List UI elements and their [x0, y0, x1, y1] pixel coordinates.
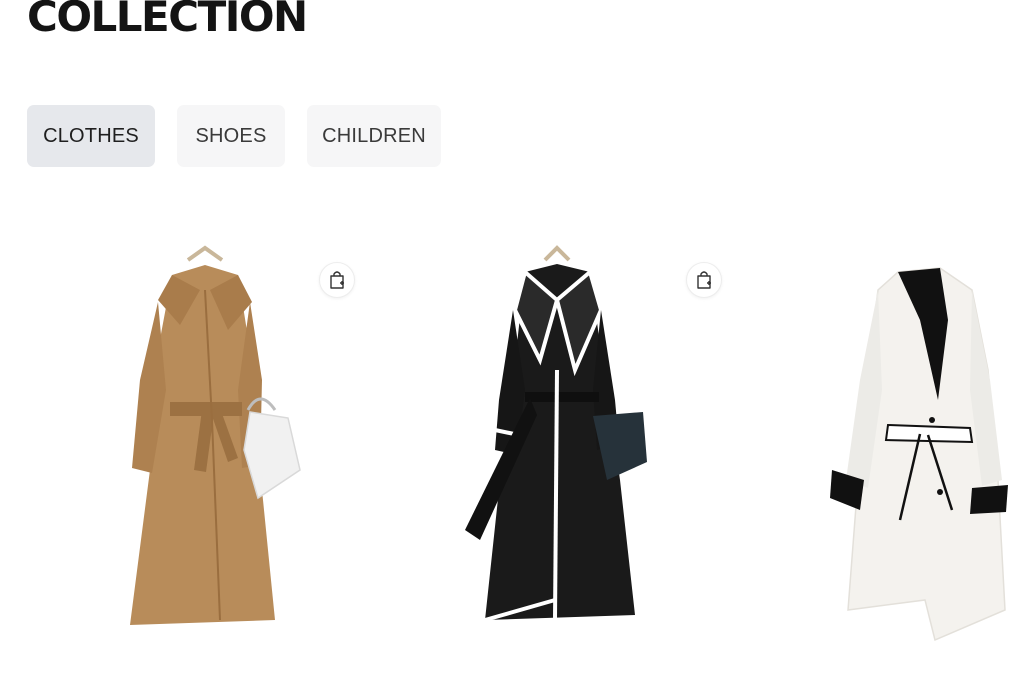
shopping-bag-add-icon: [330, 271, 344, 289]
collection-page: COLLECTION CLOTHES SHOES CHILDREN: [0, 0, 1024, 683]
tab-children[interactable]: CHILDREN: [307, 105, 441, 167]
product-image-white-coat: [830, 267, 1008, 642]
tab-clothes[interactable]: CLOTHES: [27, 105, 155, 167]
add-to-cart-button[interactable]: [686, 262, 722, 298]
product-card[interactable]: [455, 230, 735, 660]
tab-shoes[interactable]: SHOES: [177, 105, 285, 167]
product-card[interactable]: [110, 230, 370, 660]
add-to-cart-button[interactable]: [319, 262, 355, 298]
page-title: COLLECTION: [27, 0, 308, 41]
product-card[interactable]: [820, 230, 1024, 660]
shopping-bag-add-icon: [697, 271, 711, 289]
